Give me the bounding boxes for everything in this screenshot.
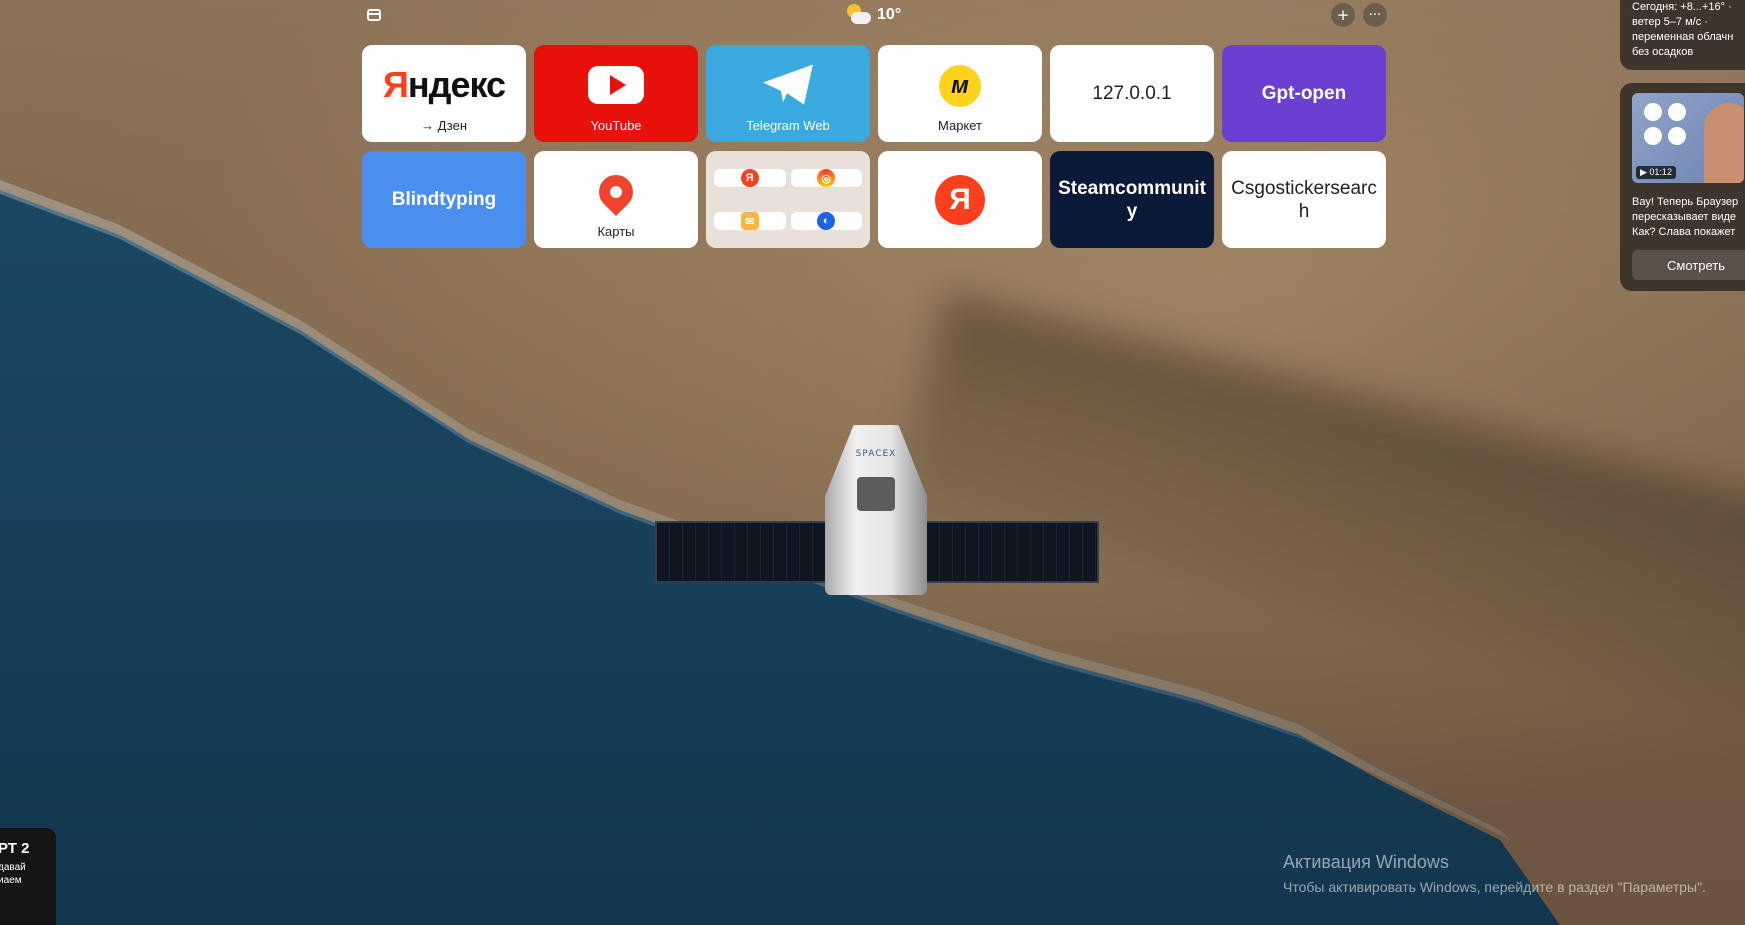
telegram-icon — [763, 64, 813, 105]
tile-label: → Дзен — [420, 118, 468, 133]
promo-card[interactable]: РТ 2 давай иаем — [0, 828, 56, 925]
promo-title: РТ 2 — [0, 840, 30, 857]
activation-subtitle: Чтобы активировать Windows, перейдите в … — [1283, 879, 1706, 895]
solar-panel-left — [655, 521, 827, 583]
tile-title: 127.0.0.1 — [1092, 82, 1172, 104]
more-button[interactable]: ··· — [1363, 3, 1387, 27]
activation-title: Активация Windows — [1283, 852, 1449, 872]
tile-title: Blindtyping — [391, 188, 497, 210]
capsule-logo: SPACEX — [855, 449, 897, 459]
video-description: Вау! Теперь Браузер пересказывает виде К… — [1632, 195, 1745, 240]
watch-button[interactable]: Смотреть — [1632, 250, 1745, 280]
tile-blindtyping[interactable]: Blindtyping — [362, 151, 526, 248]
weather-line: Сегодня: +8...+16° · — [1632, 1, 1732, 13]
video-card: ▶ 01:12 Вау! Теперь Браузер пересказывае… — [1620, 83, 1745, 291]
tile-label: YouTube — [590, 118, 642, 133]
tile-title: Csgostickersearch — [1231, 177, 1377, 222]
weather-widget[interactable]: 10° — [845, 2, 901, 28]
video-text-line: Вау! Теперь Браузер — [1632, 196, 1739, 208]
tile-steamcommunity[interactable]: Steamcommunity — [1050, 151, 1214, 248]
presenter-image — [1704, 103, 1744, 183]
weather-line: ветер 5–7 м/с · — [1632, 16, 1708, 28]
folder-item[interactable]: ◐ — [790, 212, 862, 230]
promo-text: иаем — [0, 875, 22, 886]
tile-label: Telegram Web — [746, 118, 830, 133]
music-icon: ◎ — [817, 169, 836, 187]
mail-icon: ✉ — [740, 212, 759, 230]
thumbnail-dot — [1644, 103, 1662, 121]
folder-item[interactable]: ✉ — [714, 212, 786, 230]
partly-cloudy-icon — [845, 4, 871, 26]
yandex-icon: Я — [740, 169, 759, 187]
map-pin-icon — [591, 167, 641, 216]
wallpaper-spacecraft: SPACEX — [655, 425, 1105, 595]
more-icon: ··· — [1368, 7, 1382, 23]
tile-youtube[interactable]: YouTube — [534, 45, 698, 142]
weather-card[interactable]: Сегодня: +8...+16° · ветер 5–7 м/с · пер… — [1620, 0, 1745, 70]
disk-icon: ◐ — [817, 212, 836, 230]
weather-line: переменная облачн — [1632, 31, 1734, 43]
video-thumbnail[interactable]: ▶ 01:12 — [1632, 93, 1744, 183]
tile-yandex-dzen[interactable]: Яндекс → Дзен — [362, 45, 526, 142]
windows-activation-watermark: Активация Windows Чтобы активировать Win… — [1283, 852, 1706, 895]
tile-yandex[interactable]: Я — [878, 151, 1042, 248]
weather-line: без осадков — [1632, 46, 1694, 58]
thumbnail-dot — [1668, 103, 1686, 121]
tile-folder-yandex-services[interactable]: Я ◎ ✉ ◐ — [706, 151, 870, 248]
add-tile-button[interactable]: + — [1331, 3, 1355, 27]
capsule-hatch — [857, 477, 895, 511]
video-duration: ▶ 01:12 — [1636, 166, 1676, 179]
tile-csgostickersearch[interactable]: Csgostickersearch — [1222, 151, 1386, 248]
promo-text: давай — [0, 862, 26, 873]
tile-localhost[interactable]: 127.0.0.1 — [1050, 45, 1214, 142]
tile-maps[interactable]: Карты — [534, 151, 698, 248]
yandex-icon: Я — [935, 174, 985, 225]
yandex-logo: Яндекс — [382, 63, 506, 105]
plus-icon: + — [1336, 6, 1350, 24]
tabs-icon[interactable] — [362, 3, 386, 27]
folder-item[interactable]: Я — [714, 169, 786, 187]
capsule: SPACEX — [825, 425, 927, 595]
market-icon: м — [939, 64, 981, 107]
tile-telegram-web[interactable]: Telegram Web — [706, 45, 870, 142]
weather-temp: 10° — [877, 6, 902, 23]
solar-panel-right — [925, 521, 1099, 583]
folder-item[interactable]: ◎ — [790, 169, 862, 187]
video-text-line: Как? Слава покажет — [1632, 226, 1736, 238]
tile-label: Маркет — [937, 118, 983, 133]
tile-title: Gpt-open — [1261, 82, 1347, 104]
thumbnail-dot — [1644, 127, 1662, 145]
tile-gpt-open[interactable]: Gpt-open — [1222, 45, 1386, 142]
speed-dial: Яндекс → Дзен YouTube Telegram Web м Мар… — [362, 45, 1386, 248]
tile-title: Steamcommunity — [1058, 177, 1206, 222]
video-text-line: пересказывает виде — [1632, 211, 1737, 223]
thumbnail-dot — [1668, 127, 1686, 145]
tile-market[interactable]: м Маркет — [878, 45, 1042, 142]
tile-label: Карты — [597, 224, 635, 239]
youtube-icon — [588, 65, 644, 104]
